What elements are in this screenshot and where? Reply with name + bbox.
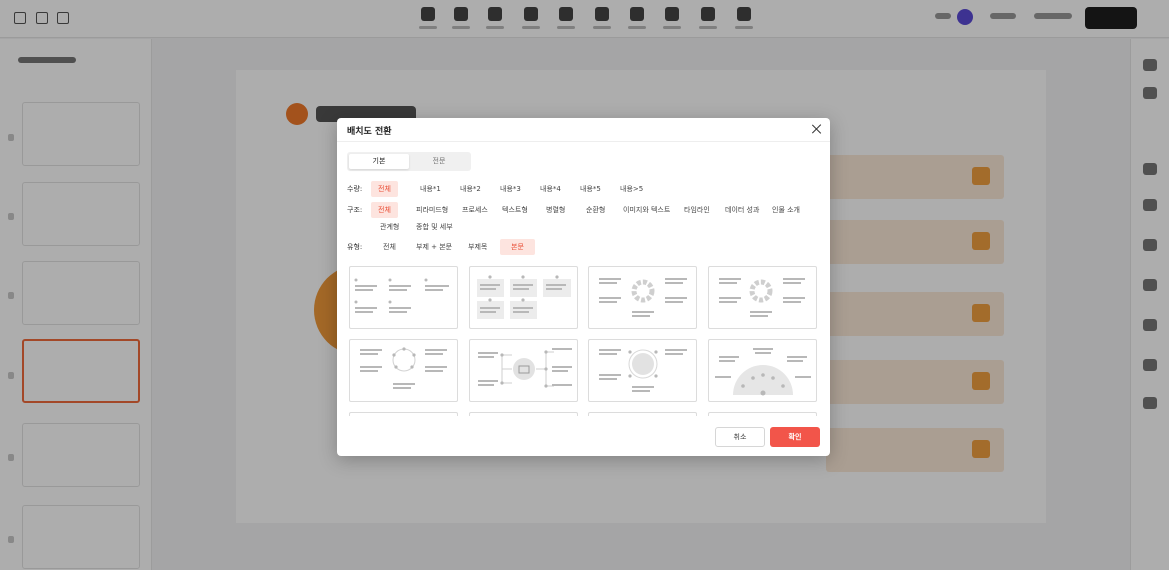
tab-basic[interactable]: 기본 — [349, 154, 409, 169]
structure-option-timeline[interactable]: 타임라인 — [677, 202, 717, 218]
structure-option-text[interactable]: 텍스트형 — [495, 202, 535, 218]
tab-professional[interactable]: 전문 — [409, 154, 469, 169]
layout-card[interactable] — [708, 339, 817, 402]
dialog-header-divider — [337, 141, 830, 142]
structure-option-summary[interactable]: 종합 및 세부 — [409, 219, 460, 235]
quantity-option-3[interactable]: 내용*3 — [493, 181, 528, 197]
layout-grid — [349, 266, 819, 416]
structure-option-pyramid[interactable]: 피라미드형 — [409, 202, 455, 218]
structure-option-image-text[interactable]: 이미지와 텍스트 — [616, 202, 677, 218]
quantity-option-more[interactable]: 내용>5 — [613, 181, 650, 197]
structure-option-cycle[interactable]: 순환형 — [579, 202, 612, 218]
structure-option-parallel[interactable]: 병렬형 — [539, 202, 572, 218]
layout-card[interactable] — [349, 266, 458, 329]
layout-card[interactable] — [708, 412, 817, 416]
layout-card[interactable] — [588, 339, 697, 402]
layout-card[interactable] — [588, 266, 697, 329]
layout-card[interactable] — [588, 412, 697, 416]
type-option-body[interactable]: 본문 — [500, 239, 535, 255]
type-option-subtitle[interactable]: 부제목 — [461, 239, 494, 255]
type-option-all[interactable]: 전체 — [376, 239, 403, 255]
structure-option-data[interactable]: 데이터 성과 — [718, 202, 766, 218]
structure-option-all[interactable]: 전체 — [371, 202, 398, 218]
layout-card[interactable] — [469, 266, 578, 329]
quantity-option-5[interactable]: 내용*5 — [573, 181, 608, 197]
dialog-title: 배치도 전환 — [347, 127, 392, 137]
quantity-filter-label: 수량: — [347, 185, 363, 193]
structure-option-relation[interactable]: 관계형 — [373, 219, 406, 235]
structure-option-people[interactable]: 인물 소개 — [765, 202, 807, 218]
close-icon[interactable] — [811, 123, 823, 135]
confirm-button[interactable]: 확인 — [770, 427, 820, 447]
type-filter-label: 유형: — [347, 243, 363, 251]
layout-card[interactable] — [349, 412, 458, 416]
quantity-option-1[interactable]: 내용*1 — [413, 181, 448, 197]
structure-filter-label: 구조: — [347, 206, 363, 214]
quantity-option-4[interactable]: 내용*4 — [533, 181, 568, 197]
mode-tabs: 기본 전문 — [347, 152, 471, 171]
layout-card[interactable] — [469, 339, 578, 402]
layout-card[interactable] — [469, 412, 578, 416]
layout-card[interactable] — [349, 339, 458, 402]
layout-switch-dialog: 배치도 전환 기본 전문 수량: 전체 내용*1 내용*2 내용*3 내용*4 … — [337, 118, 830, 456]
cancel-button[interactable]: 취소 — [715, 427, 765, 447]
type-option-subtitle-body[interactable]: 부제 + 본문 — [409, 239, 459, 255]
quantity-option-2[interactable]: 내용*2 — [453, 181, 488, 197]
layout-card[interactable] — [708, 266, 817, 329]
quantity-option-all[interactable]: 전체 — [371, 181, 398, 197]
structure-option-process[interactable]: 프로세스 — [455, 202, 495, 218]
